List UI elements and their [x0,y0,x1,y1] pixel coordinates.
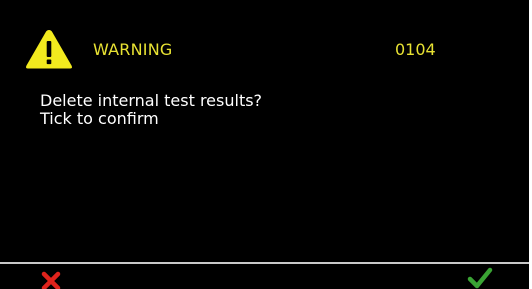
warning-code: 0104 [395,40,436,59]
dialog-message: Delete internal test results? Tick to co… [40,92,500,128]
cancel-button[interactable] [38,270,68,289]
message-line-question: Delete internal test results? [40,91,263,110]
message-line-instruction: Tick to confirm [40,109,159,128]
dialog-header: WARNING 0104 [0,0,529,80]
dialog-title: WARNING [93,40,173,59]
warning-triangle-icon [24,27,74,71]
warning-dialog-screen: WARNING 0104 Delete internal test result… [0,0,532,289]
cross-icon [38,271,68,289]
checkmark-icon [462,267,498,289]
dialog-footer [0,264,529,289]
confirm-button[interactable] [462,266,498,289]
